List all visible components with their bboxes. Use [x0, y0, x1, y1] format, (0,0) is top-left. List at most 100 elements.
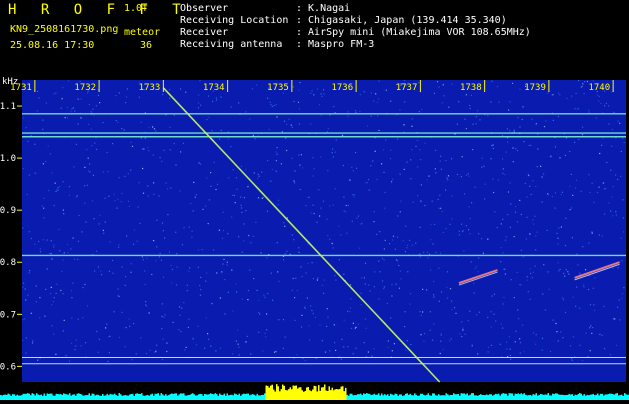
noise-dot [169, 251, 170, 252]
level-bar [515, 394, 517, 400]
level-bar [78, 393, 80, 400]
noise-dot [142, 148, 143, 149]
noise-dot [119, 92, 120, 93]
noise-dot [92, 109, 93, 110]
level-bar [479, 395, 481, 400]
noise-dot [419, 149, 420, 150]
noise-dot [117, 295, 118, 296]
noise-dot [570, 209, 571, 210]
noise-dot [143, 193, 144, 194]
level-bar [524, 393, 526, 400]
noise-dot [53, 301, 54, 302]
noise-dot [600, 103, 601, 104]
noise-dot [235, 202, 236, 203]
noise-dot [318, 189, 319, 190]
noise-dot [545, 120, 546, 121]
level-bar [407, 393, 409, 400]
x-tick-label: 1733 [139, 83, 161, 93]
noise-dot [622, 260, 623, 261]
noise-dot [502, 252, 503, 253]
noise-dot [371, 93, 372, 94]
noise-dot [145, 301, 146, 302]
level-bar [198, 394, 200, 400]
level-bar [462, 394, 464, 400]
noise-dot [532, 277, 533, 278]
noise-dot [114, 194, 115, 195]
noise-dot [479, 312, 480, 313]
noise-dot [232, 195, 233, 196]
noise-dot [409, 240, 410, 241]
level-bar [582, 396, 584, 400]
noise-dot [466, 94, 467, 95]
noise-dot [549, 289, 550, 290]
noise-dot [67, 252, 68, 253]
noise-dot [264, 297, 265, 298]
level-bar [186, 396, 188, 400]
noise-dot [484, 198, 485, 199]
noise-dot [569, 151, 570, 152]
level-bar [372, 395, 374, 400]
noise-dot [567, 271, 568, 272]
noise-dot [114, 200, 115, 201]
noise-dot [474, 187, 475, 188]
noise-dot [563, 299, 564, 300]
noise-dot [592, 183, 593, 184]
noise-dot [389, 243, 390, 244]
noise-dot [298, 102, 299, 103]
noise-dot [409, 304, 410, 305]
noise-dot [551, 156, 552, 157]
noise-dot [49, 253, 50, 254]
noise-dot [59, 250, 60, 251]
noise-dot [58, 190, 59, 191]
noise-dot [99, 102, 100, 103]
noise-dot [121, 193, 122, 194]
noise-dot [170, 188, 171, 189]
noise-dot [512, 147, 513, 148]
noise-dot [112, 273, 113, 274]
noise-dot [341, 339, 342, 340]
level-bar [158, 393, 160, 400]
level-bar [266, 385, 268, 400]
level-bar [155, 394, 157, 400]
noise-dot [57, 187, 58, 188]
level-bar [180, 393, 182, 400]
noise-dot [614, 318, 615, 319]
level-bar [297, 389, 299, 400]
level-bar [335, 389, 337, 400]
noise-dot [73, 238, 74, 239]
level-bar [59, 394, 61, 400]
noise-dot [596, 118, 597, 119]
noise-dot [582, 246, 583, 247]
noise-dot [590, 350, 591, 351]
noise-dot [247, 299, 248, 300]
noise-dot [91, 111, 92, 112]
noise-dot [589, 112, 590, 113]
noise-dot [134, 229, 135, 230]
noise-dot [478, 233, 479, 234]
noise-dot [482, 158, 483, 159]
noise-dot [371, 116, 372, 117]
noise-dot [562, 337, 563, 338]
noise-dot [43, 163, 44, 164]
noise-dot [558, 270, 559, 271]
noise-dot [515, 341, 516, 342]
noise-dot [47, 240, 48, 241]
level-bar [521, 393, 523, 400]
level-bar [291, 389, 293, 400]
level-bar [438, 394, 440, 400]
level-bar [282, 385, 284, 400]
noise-dot [469, 311, 470, 312]
noise-dot [459, 231, 460, 232]
noise-dot [101, 274, 102, 275]
level-bar [587, 395, 589, 400]
level-bar [429, 395, 431, 400]
noise-dot [613, 186, 614, 187]
noise-dot [442, 102, 443, 103]
noise-dot [35, 173, 36, 174]
noise-dot [160, 253, 161, 254]
noise-dot [503, 168, 504, 169]
noise-dot [438, 268, 439, 269]
level-bar [230, 395, 232, 400]
noise-dot [109, 352, 110, 353]
noise-dot [150, 350, 151, 351]
